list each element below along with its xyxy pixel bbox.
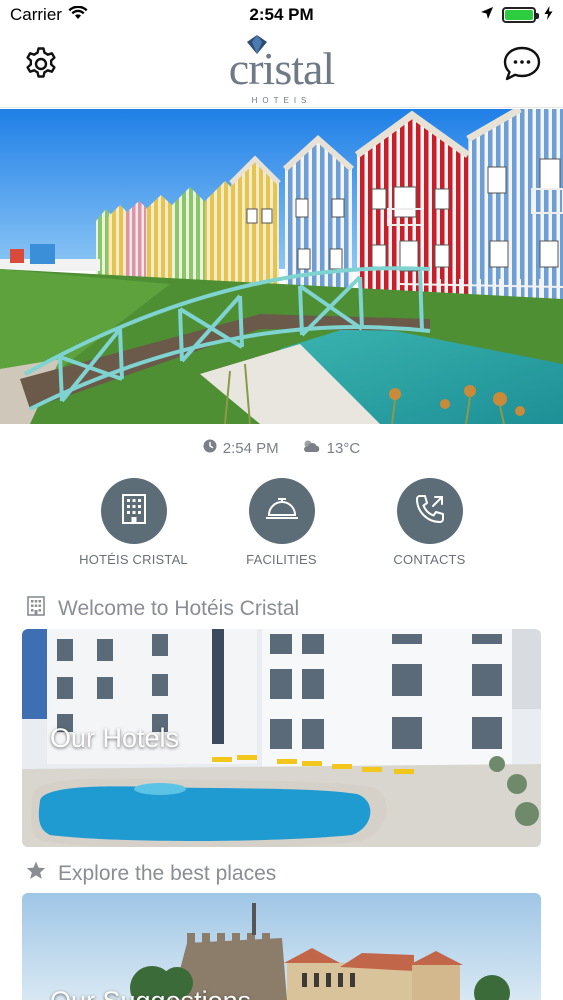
hotels-label: HOTÉIS CRISTAL: [79, 552, 188, 567]
action-circle: [100, 478, 167, 544]
action-circle: [396, 478, 463, 544]
app-header: cristal HOTEIS: [0, 30, 563, 108]
chat-bubble-icon: [502, 45, 542, 88]
battery-icon: [502, 7, 539, 23]
our-suggestions-card[interactable]: Our Suggestions: [22, 893, 541, 1000]
our-hotels-card[interactable]: Our Hotels: [22, 629, 541, 847]
clock-icon: [203, 439, 217, 457]
current-weather: 13°C: [301, 439, 361, 457]
our-hotels-title: Our Hotels: [50, 723, 180, 753]
status-bar: Carrier 2:54 PM: [0, 0, 563, 30]
brand-subtitle: HOTEIS: [251, 96, 312, 105]
status-left: Carrier: [10, 5, 88, 25]
welcome-heading: Welcome to Hotéis Cristal: [26, 596, 299, 622]
welcome-title: Welcome to Hotéis Cristal: [58, 597, 300, 620]
carrier-label: Carrier: [10, 5, 62, 24]
brand-logo: cristal HOTEIS: [222, 30, 342, 108]
gear-icon: [22, 45, 60, 88]
location-arrow-icon: [480, 5, 494, 25]
charging-bolt-icon: [544, 5, 553, 25]
castle-image: [22, 893, 541, 1000]
messages-button[interactable]: [500, 44, 544, 88]
action-circle: [248, 478, 315, 544]
service-bell-icon: [265, 496, 299, 527]
info-row: 2:54 PM 13°C: [0, 436, 563, 460]
current-time: 2:54 PM: [203, 439, 279, 457]
building-icon: [121, 493, 147, 529]
hotels-button[interactable]: HOTÉIS CRISTAL: [79, 478, 188, 567]
building-icon: [26, 596, 46, 622]
wifi-icon: [68, 5, 88, 25]
partly-cloudy-icon: [301, 439, 321, 457]
phone-icon: [414, 493, 446, 530]
facilities-label: FACILITIES: [246, 552, 317, 567]
facilities-button[interactable]: FACILITIES: [230, 478, 334, 567]
contacts-button[interactable]: CONTACTS: [378, 478, 482, 567]
quick-actions: HOTÉIS CRISTAL FACILITIES CONTACTS: [0, 478, 563, 567]
our-suggestions-title: Our Suggestions: [50, 986, 251, 1000]
contacts-label: CONTACTS: [393, 552, 466, 567]
hero-image: [0, 109, 563, 424]
status-right: [480, 5, 553, 25]
star-icon: [26, 861, 46, 886]
explore-heading: Explore the best places: [26, 861, 276, 886]
weather-label: 13°C: [326, 439, 361, 457]
settings-button[interactable]: [19, 44, 63, 88]
brand-name: cristal: [228, 43, 335, 94]
explore-title: Explore the best places: [58, 861, 277, 885]
time-label: 2:54 PM: [222, 439, 279, 457]
